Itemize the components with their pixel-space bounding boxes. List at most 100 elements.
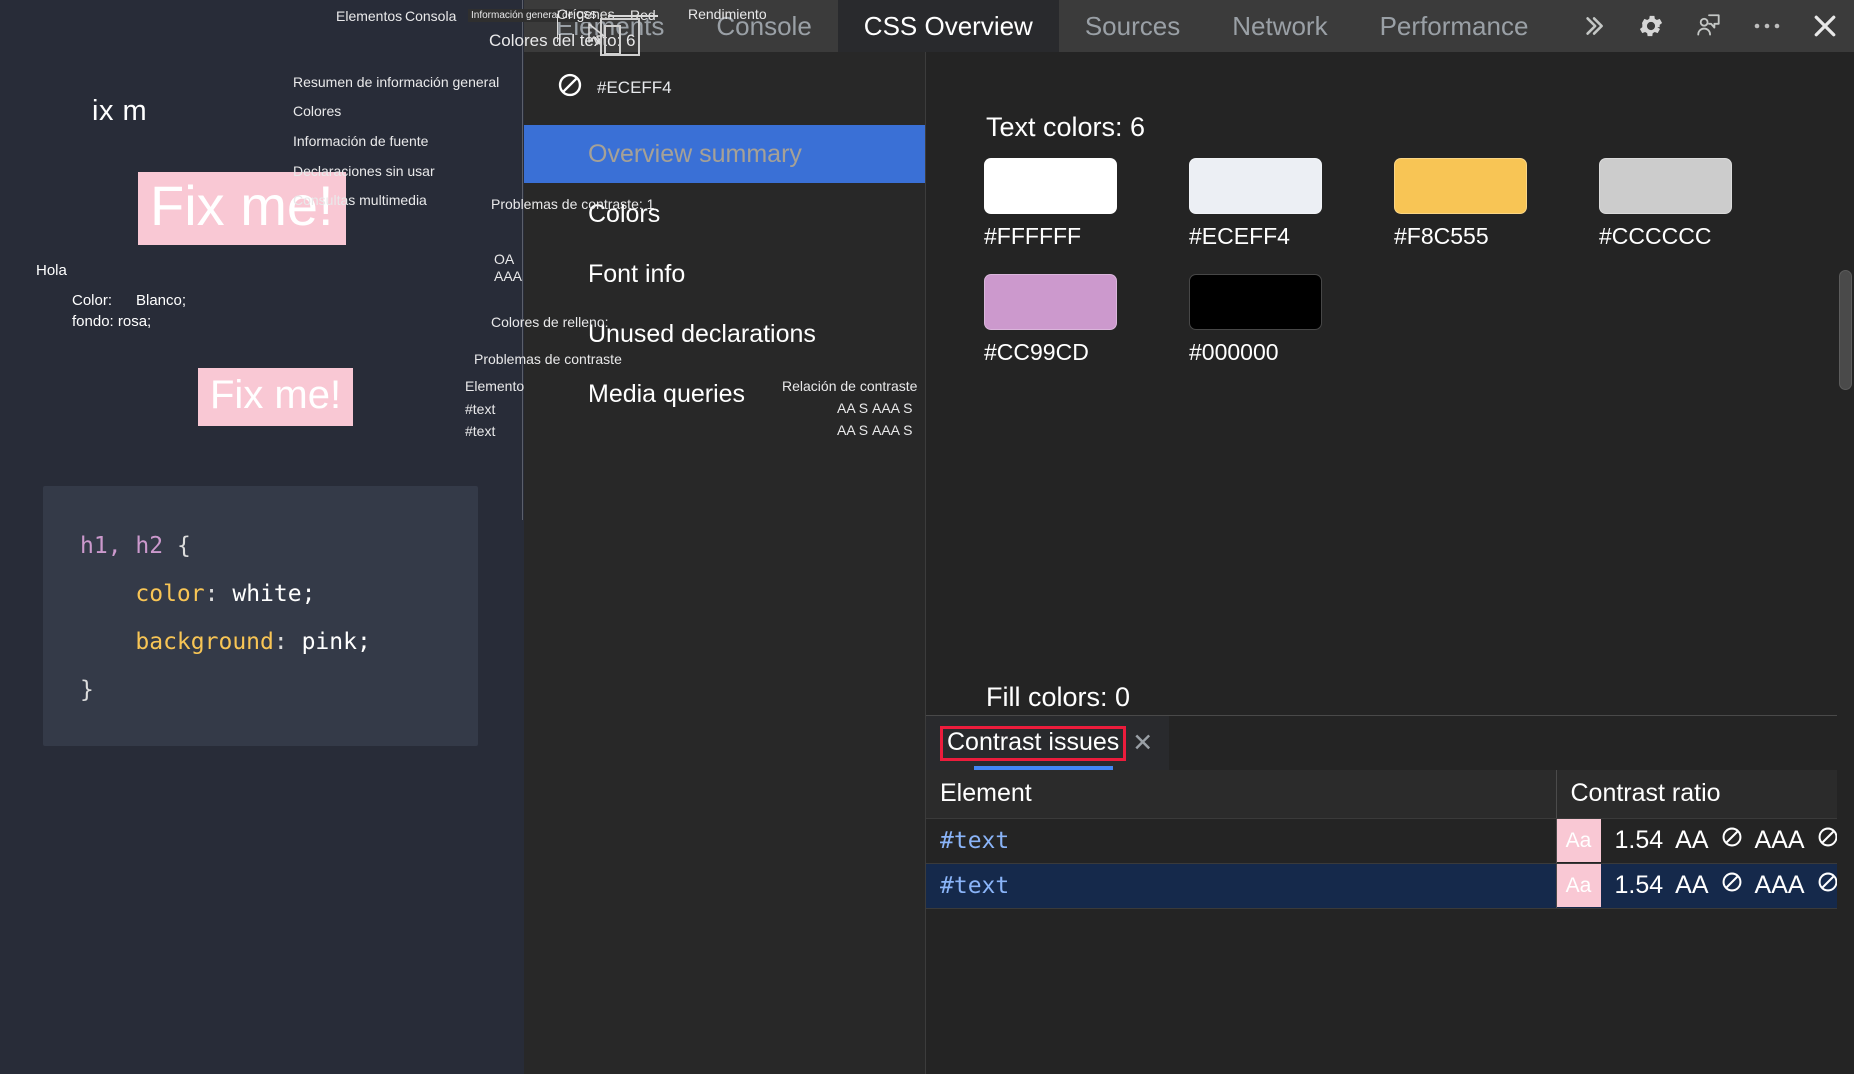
page-text-fondo: fondo: rosa; [72,313,152,330]
page-text-color-label: Color: [72,292,113,309]
page-heading: ix m [92,95,148,127]
no-entry-icon [557,72,583,103]
column-header-contrast-ratio[interactable]: Contrast ratio [1556,770,1854,819]
css-overview-sidebar: #ECEFF4 Overview summary Colors Font inf… [524,52,926,1074]
swatch-label: #ECEFF4 [1189,223,1290,249]
swatch-eceff4[interactable]: #ECEFF4 [1189,158,1334,250]
table-row[interactable]: #text Aa 1.54 AA AAA [926,863,1854,909]
code-brace-open: { [163,533,191,559]
swatch-chip[interactable] [1189,158,1322,214]
no-entry-icon [1721,871,1743,900]
more-options-icon[interactable] [1738,0,1796,52]
cell-element[interactable]: #text [926,863,1557,909]
code-value-white: white; [218,581,316,607]
contrast-ratio-value: 1.54 [1614,871,1664,899]
sidebar-hex-chip[interactable]: #ECEFF4 [524,52,925,125]
code-selector: h1, h2 [80,533,164,559]
tab-console[interactable]: Console [690,0,837,52]
tab-elements[interactable]: Elements [524,0,690,52]
swatch-label: #F8C555 [1394,223,1489,249]
column-header-element[interactable]: Element [926,770,1557,819]
contrast-aaa-label: AAA [1754,826,1805,854]
close-icon[interactable]: ✕ [1132,728,1153,758]
sidebar-item-unused-declarations[interactable]: Unused declarations [524,305,925,363]
table-row[interactable]: #text Aa 1.54 AA AAA [926,818,1854,864]
sidebar-item-colors[interactable]: Colors [524,185,925,243]
tab-sources[interactable]: Sources [1059,0,1206,52]
table-header-row: Element Contrast ratio [926,770,1854,819]
drawer-tab-bar: Contrast issues ✕ [926,716,1854,770]
swatch-000000[interactable]: #000000 [1189,274,1334,366]
sidebar-item-overview-summary[interactable]: Overview summary [524,125,925,183]
swatch-cccccc[interactable]: #CCCCCC [1599,158,1744,250]
code-colon-2: : [273,629,288,655]
no-entry-icon [1817,826,1839,855]
fix-me-heading-2: Fix me! [198,368,354,426]
drawer-tab-label: Contrast issues [940,725,1127,761]
text-colors-title: Text colors: 6 [986,112,1146,142]
more-tabs-icon[interactable] [1564,0,1622,52]
devtools-body: #ECEFF4 Overview summary Colors Font inf… [524,52,1854,1074]
sidebar-item-media-queries[interactable]: Media queries [524,365,925,423]
fix-me-heading-1: Fix me! [138,172,346,245]
page-text-hola: Hola [36,262,67,279]
cell-element[interactable]: #text [926,818,1557,864]
contrast-ratio-value: 1.54 [1614,826,1664,854]
scrollbar-thumb[interactable] [1839,270,1852,390]
swatch-f8c555[interactable]: #F8C555 [1394,158,1539,250]
swatch-label: #000000 [1189,339,1279,365]
drawer-tab-contrast-issues[interactable]: Contrast issues ✕ [926,716,1170,770]
swatch-chip[interactable] [1189,274,1322,330]
code-property-background: background [135,629,274,655]
no-entry-icon [1721,826,1743,855]
fill-colors-title: Fill colors: 0 [986,682,1131,712]
contrast-issues-table: Element Contrast ratio #text Aa 1.54 AA … [926,770,1854,909]
contrast-swatch: Aa [1556,864,1601,907]
tab-performance[interactable]: Performance [1354,0,1555,52]
tabbar-spacer [1554,0,1564,52]
contrast-aaa-label: AAA [1754,871,1805,899]
swatch-row-1: #FFFFFF #ECEFF4 #F8C555 #CCCCCC [984,158,1744,250]
element-link[interactable]: #text [940,828,1009,854]
settings-gear-icon[interactable] [1622,0,1680,52]
sidebar-item-list: Overview summary Colors Font info Unused… [524,125,925,423]
css-overview-main: Text colors: 6 #FFFFFF #ECEFF4 #F8C555 #… [926,52,1854,1074]
element-link[interactable]: #text [940,873,1009,899]
code-colon-1: : [204,581,219,607]
tab-css-overview[interactable]: CSS Overview [837,0,1059,52]
swatch-row-2: #CC99CD #000000 [984,274,1744,366]
cell-contrast-ratio: Aa 1.54 AA AAA [1556,863,1854,909]
sidebar-item-font-info[interactable]: Font info [524,245,925,303]
swatch-chip[interactable] [1394,158,1527,214]
page-text-color-value: Blanco; [136,292,187,309]
rendered-web-page: ix m Fix me! Hola Color: Blanco; fondo: … [0,0,524,1074]
contrast-aa-label: AA [1675,826,1709,854]
text-colors-swatch-grid: #FFFFFF #ECEFF4 #F8C555 #CCCCCC #CC99CD … [984,158,1744,390]
css-code-block: h1, h2 { color: white; background: pink;… [43,486,478,746]
tab-network[interactable]: Network [1206,0,1353,52]
no-entry-icon [1817,871,1839,900]
swatch-label: #CCCCCC [1599,223,1712,249]
overview-summary-pane: Text colors: 6 #FFFFFF #ECEFF4 #F8C555 #… [926,52,1854,715]
devtools-scrollbar[interactable] [1837,52,1854,1074]
code-value-pink: pink; [287,629,371,655]
swatch-chip[interactable] [984,274,1117,330]
close-devtools-icon[interactable] [1796,0,1854,52]
devtools-window: Elements Console CSS Overview Sources Ne… [524,0,1854,1074]
feedback-icon[interactable] [1680,0,1738,52]
sidebar-hex-label: #ECEFF4 [597,77,672,97]
swatch-label: #CC99CD [984,339,1089,365]
devtools-tab-bar: Elements Console CSS Overview Sources Ne… [524,0,1854,52]
swatch-chip[interactable] [984,158,1117,214]
swatch-cc99cd[interactable]: #CC99CD [984,274,1129,366]
code-brace-close: } [80,677,94,703]
drawer-tab-underline [974,766,1114,770]
code-property-color: color [135,581,205,607]
contrast-swatch: Aa [1556,819,1601,862]
cell-contrast-ratio: Aa 1.54 AA AAA [1556,818,1854,864]
devtools-drawer: Contrast issues ✕ Element Contrast ratio [926,715,1854,1074]
swatch-ffffff[interactable]: #FFFFFF [984,158,1129,250]
contrast-aa-label: AA [1675,871,1709,899]
swatch-label: #FFFFFF [984,223,1082,249]
swatch-chip[interactable] [1599,158,1732,214]
